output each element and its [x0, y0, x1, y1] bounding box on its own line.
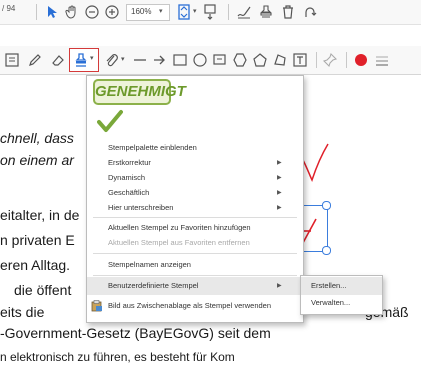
resize-handle[interactable] [322, 201, 331, 210]
sticky-note-icon[interactable] [4, 52, 20, 68]
top-toolbar: / 94 160% ▾ ▾ [0, 0, 421, 25]
polygon-icon[interactable] [252, 52, 268, 68]
zoom-select[interactable]: 160% ▾ [126, 4, 170, 21]
ellipse-icon[interactable] [192, 52, 208, 68]
chevron-down-icon: ▾ [90, 55, 94, 62]
hexagon-icon[interactable] [232, 52, 248, 68]
document-text-line: on einem ar [0, 152, 74, 168]
page-indicator: / 94 [2, 4, 16, 13]
zoom-value: 160% [131, 7, 152, 16]
pin-icon[interactable] [322, 52, 338, 68]
chevron-down-icon: ▾ [159, 8, 163, 15]
fit-page-icon[interactable] [176, 4, 192, 20]
zoom-out-icon[interactable] [84, 4, 100, 20]
select-arrow-icon[interactable] [44, 4, 60, 20]
color-picker-icon[interactable] [355, 54, 367, 66]
menu-separator [93, 217, 297, 218]
menu-separator [93, 253, 297, 254]
stamp-menu: GENEHMIGT Stempelpalette einblenden Erst… [86, 75, 304, 323]
cloud-icon[interactable] [272, 52, 288, 68]
chevron-down-icon[interactable]: ▾ [121, 55, 125, 63]
approved-stamp-text: GENEHMIGT [95, 83, 186, 100]
trash-icon[interactable] [280, 4, 296, 20]
resize-handle[interactable] [322, 246, 331, 255]
submenu-arrow-icon: ▶ [277, 283, 282, 289]
menu-separator [93, 275, 297, 276]
toolbar-separator [228, 4, 229, 20]
menu-item-clipboard-image-stamp[interactable]: Bild aus Zwischenablage als Stempel verw… [87, 297, 303, 315]
document-text-line: chnell, dass [0, 130, 74, 146]
menu-item-show-stamp-names[interactable]: Stempelnamen anzeigen [87, 256, 303, 274]
arrow-icon[interactable] [152, 52, 168, 68]
sign-icon[interactable] [236, 4, 252, 20]
textbox-icon[interactable] [292, 52, 308, 68]
annotation-toolbar: ▾ ▾ [0, 46, 421, 75]
document-text-line: eitalter, in de [0, 207, 80, 223]
submenu-item-create[interactable]: Erstellen... [301, 277, 382, 295]
stamp-icon [73, 52, 89, 68]
custom-stamps-submenu: Erstellen... Verwalten... [300, 275, 383, 315]
document-text-line: eren Alltag. [0, 257, 71, 273]
line-icon[interactable] [132, 52, 148, 68]
red-check-annotation[interactable] [300, 142, 330, 184]
approved-stamp-preview[interactable]: GENEHMIGT [93, 79, 186, 105]
toolbar-separator [36, 4, 37, 20]
toolbar-separator [346, 52, 347, 68]
stamp-tool-icon[interactable] [258, 4, 274, 20]
document-text-line: -Government-Gesetz (BayEGovG) seit dem [0, 325, 271, 341]
stamp-button-active[interactable]: ▾ [69, 48, 99, 72]
chevron-down-icon[interactable]: ▾ [193, 7, 197, 15]
document-text-line: n elektronisch zu führen, es besteht für… [0, 350, 235, 364]
text-callout-icon[interactable] [212, 52, 228, 68]
checkmark-stamp-icon[interactable] [97, 109, 123, 133]
submenu-arrow-icon: ▶ [277, 205, 282, 211]
document-text-line: eits die [0, 304, 45, 320]
clipboard-stamp-icon [91, 300, 103, 312]
menu-item-sign-here[interactable]: Hier unterschreiben ▶ [87, 199, 303, 217]
zoom-in-icon[interactable] [104, 4, 120, 20]
scroll-mode-icon[interactable] [202, 4, 218, 20]
hand-tool-icon[interactable] [64, 4, 80, 20]
rotate-icon[interactable] [302, 4, 318, 20]
document-text-line: n privaten E [0, 232, 75, 248]
rectangle-icon[interactable] [172, 52, 188, 68]
toolbar-separator [316, 52, 317, 68]
menu-item-custom-stamps[interactable]: Benutzerdefinierte Stempel ▶ [87, 277, 303, 295]
menu-item-remove-favorite: Aktuellen Stempel aus Favoriten entferne… [108, 238, 250, 247]
eraser-icon[interactable] [50, 52, 66, 68]
document-text-line: die öffent [14, 282, 72, 298]
pencil-icon[interactable] [27, 52, 43, 68]
line-weight-icon[interactable] [374, 52, 390, 68]
submenu-item-manage[interactable]: Verwalten... [301, 294, 382, 312]
attach-icon[interactable] [104, 52, 120, 68]
